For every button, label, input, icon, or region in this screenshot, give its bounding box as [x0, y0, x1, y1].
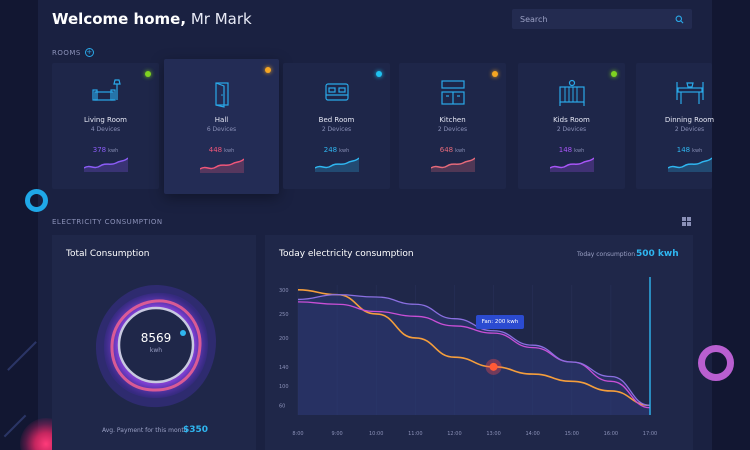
grid-view-icon[interactable] — [682, 217, 691, 226]
status-dot — [492, 71, 498, 77]
room-name: Hall — [214, 116, 229, 124]
dining-icon — [675, 82, 704, 104]
y-tick-label: 200 — [279, 336, 289, 342]
room-sparkline — [83, 157, 128, 172]
right-backdrop — [712, 0, 750, 450]
x-tick-label: 13:00 — [486, 431, 500, 437]
kitchen-icon — [440, 80, 465, 105]
room-card[interactable]: Hall 6 Devices 448 kwh — [164, 59, 279, 194]
total-consumption-unit: kwh — [149, 347, 163, 354]
room-name: Kitchen — [439, 116, 466, 124]
room-name: Living Room — [84, 116, 127, 124]
room-sparkline — [430, 157, 475, 172]
room-kwh: 378 kwh — [52, 146, 159, 154]
room-devices: 2 Devices — [556, 126, 587, 133]
room-kwh-value: 248 — [323, 146, 338, 154]
welcome-text: Welcome home, — [52, 10, 187, 28]
avg-payment-label: Avg. Payment for this month — [102, 427, 188, 434]
x-tick-label: 11:00 — [408, 431, 422, 437]
room-devices: 2 Devices — [437, 126, 468, 133]
search-input[interactable]: Search — [520, 15, 547, 24]
consumption-line-chart: 60 100 140 200 250 300 8:00 9:00 10:00 11:00 12:00… — [279, 277, 657, 437]
room-kwh-value: 148 — [676, 146, 691, 154]
room-devices: 4 Devices — [90, 126, 121, 133]
room-kwh-value: 448 — [208, 146, 223, 154]
x-tick-label: 14:00 — [525, 431, 539, 437]
electricity-section-label: ELECTRICITY CONSUMPTION — [52, 218, 163, 226]
search-bar[interactable]: Search — [512, 9, 692, 29]
y-tick-label: 300 — [279, 288, 289, 294]
x-tick-label: 16:00 — [604, 431, 618, 437]
user-name: Mr Mark — [190, 10, 252, 28]
annotation-point — [489, 362, 498, 371]
door-icon — [214, 82, 229, 108]
welcome-heading: Welcome home, Mr Mark — [52, 10, 252, 28]
room-name: Dinning Room — [664, 116, 715, 124]
rooms-label: ROOMS — [52, 48, 81, 57]
avg-payment-value: $350 — [183, 425, 209, 435]
add-room-icon[interactable]: + — [84, 48, 94, 57]
today-consumption-label: Today consumption — [577, 251, 636, 258]
sofa-icon — [91, 79, 121, 101]
y-tick-label: 140 — [279, 365, 289, 371]
room-sparkline — [199, 158, 244, 173]
room-sparkline — [314, 157, 359, 172]
room-devices: 6 Devices — [206, 126, 237, 133]
room-kwh-value: 148 — [558, 146, 573, 154]
today-consumption-title: Today electricity consumption — [279, 249, 414, 259]
room-card[interactable]: Dinning Room 2 Devices 148 kwh — [636, 63, 714, 189]
y-tick-label: 250 — [279, 312, 289, 318]
room-kwh-value: 648 — [439, 146, 454, 154]
room-card[interactable]: Living Room 4 Devices 378 kwh — [52, 63, 159, 189]
room-name: Bed Room — [318, 116, 355, 124]
crib-icon — [558, 79, 585, 106]
chart-area — [298, 294, 650, 415]
room-sparkline — [549, 157, 594, 172]
x-tick-label: 15:00 — [565, 431, 579, 437]
x-tick-label: 10:00 — [369, 431, 383, 437]
x-tick-label: 17:00 — [643, 431, 657, 437]
y-tick-label: 60 — [279, 403, 285, 409]
room-kwh: 648 kwh — [399, 146, 506, 154]
room-card[interactable]: Bed Room 2 Devices 248 kwh — [283, 63, 390, 189]
left-backdrop — [0, 0, 38, 450]
status-dot — [376, 71, 382, 77]
room-devices: 2 Devices — [674, 126, 705, 133]
room-sparkline — [667, 157, 712, 172]
room-kwh: 148 kwh — [518, 146, 625, 154]
room-kwh: 248 kwh — [283, 146, 390, 154]
consumption-donut: 8569 kwh — [91, 281, 221, 411]
x-tick-label: 12:00 — [447, 431, 461, 437]
rooms-section-label: ROOMS + — [52, 48, 94, 57]
room-devices: 2 Devices — [321, 126, 352, 133]
room-card[interactable]: Kitchen 2 Devices 648 kwh — [399, 63, 506, 189]
room-kwh: 448 kwh — [164, 146, 279, 154]
room-kwh-value: 378 — [92, 146, 107, 154]
status-dot — [145, 71, 151, 77]
y-tick-label: 100 — [279, 384, 289, 390]
room-kwh-unit: kwh — [224, 148, 235, 154]
total-consumption-card: Total Consumption 8569 kwh Avg. Payment … — [52, 235, 256, 450]
x-tick-label: 8:00 — [292, 431, 303, 437]
decorative-ring — [25, 189, 48, 212]
room-kwh: 148 kwh — [636, 146, 743, 154]
room-name: Kids Room — [553, 116, 590, 124]
x-tick-label: 9:00 — [331, 431, 342, 437]
room-card[interactable]: Kids Room 2 Devices 148 kwh — [518, 63, 625, 189]
search-icon[interactable] — [675, 15, 684, 24]
status-dot — [611, 71, 617, 77]
today-consumption-card: Today electricity consumption Today cons… — [265, 235, 693, 450]
decorative-ring — [698, 345, 734, 381]
chart-tooltip: Fan: 200 kwh — [476, 315, 524, 329]
bed-icon — [324, 83, 349, 101]
today-consumption-value: 500 kwh — [636, 249, 679, 259]
total-consumption-title: Total Consumption — [66, 249, 150, 259]
status-dot — [265, 67, 271, 73]
total-consumption-value: 8569 — [140, 331, 172, 345]
